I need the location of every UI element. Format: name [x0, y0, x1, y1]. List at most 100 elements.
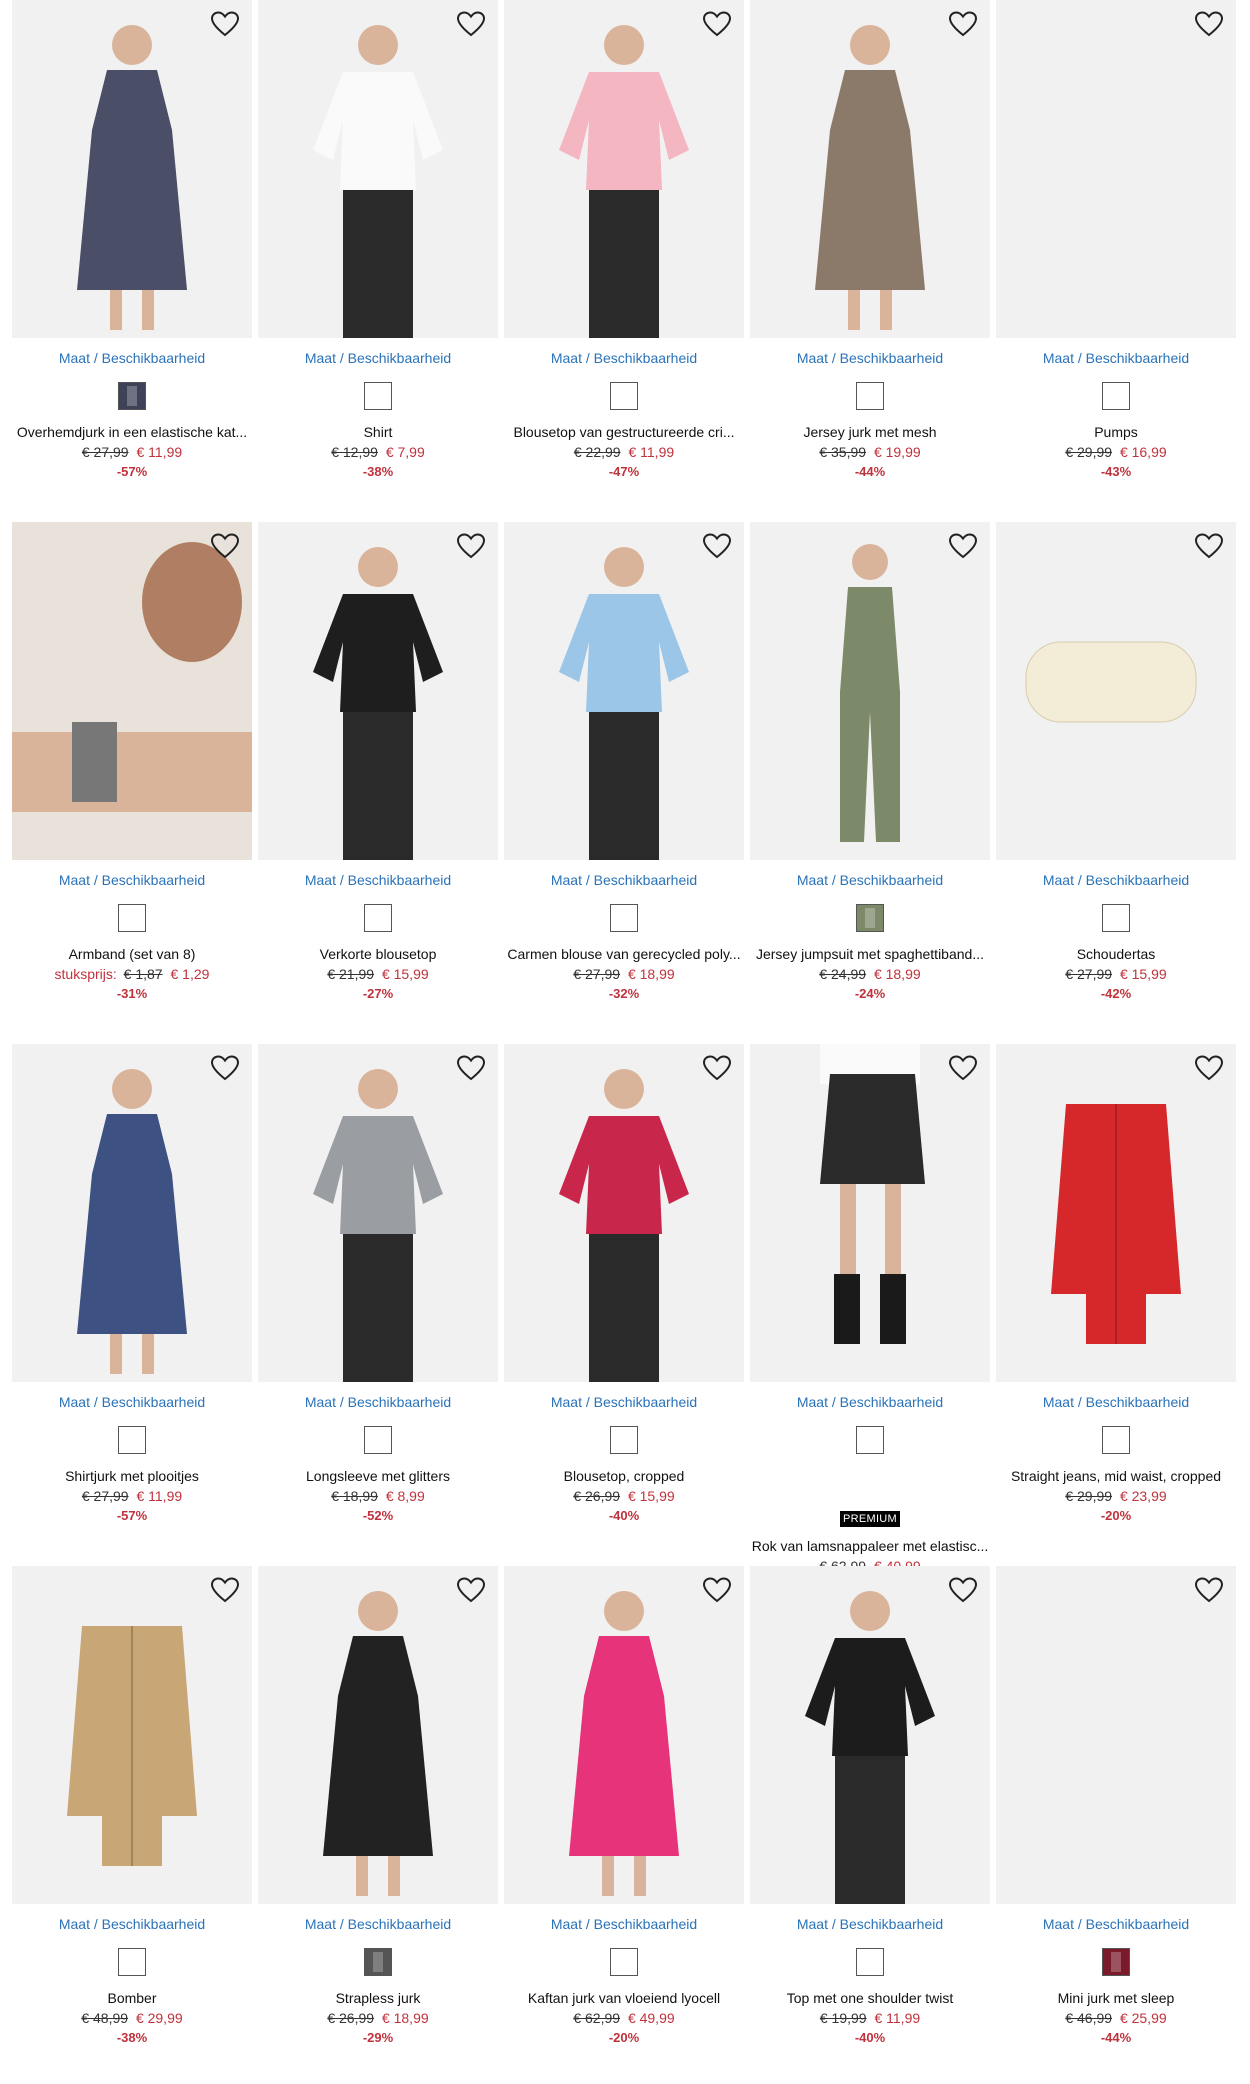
color-swatch[interactable] — [364, 904, 392, 932]
product-image[interactable] — [258, 522, 498, 860]
product-card[interactable]: Maat / Beschikbaarheid Blousetop, croppe… — [504, 1044, 744, 1562]
size-availability-link[interactable]: Maat / Beschikbaarheid — [258, 872, 498, 888]
product-name[interactable]: Strapless jurk — [254, 1990, 502, 2006]
wishlist-heart-icon[interactable] — [948, 1054, 978, 1082]
product-card[interactable]: Maat / Beschikbaarheid Straight jeans, m… — [996, 1044, 1236, 1562]
wishlist-heart-icon[interactable] — [702, 10, 732, 38]
size-availability-link[interactable]: Maat / Beschikbaarheid — [996, 1394, 1236, 1410]
size-availability-link[interactable]: Maat / Beschikbaarheid — [258, 1916, 498, 1932]
product-card[interactable]: Maat / Beschikbaarheid Strapless jurk € … — [258, 1566, 498, 2084]
product-card[interactable]: Maat / Beschikbaarheid Kaftan jurk van v… — [504, 1566, 744, 2084]
product-card[interactable]: Maat / Beschikbaarheid Bomber € 48,99 € … — [12, 1566, 252, 2084]
wishlist-heart-icon[interactable] — [1194, 1054, 1224, 1082]
size-availability-link[interactable]: Maat / Beschikbaarheid — [258, 350, 498, 366]
wishlist-heart-icon[interactable] — [948, 10, 978, 38]
product-name[interactable]: Armband (set van 8) — [8, 946, 256, 962]
color-swatch[interactable] — [1102, 1948, 1130, 1976]
size-availability-link[interactable]: Maat / Beschikbaarheid — [504, 1916, 744, 1932]
color-swatch[interactable] — [856, 1948, 884, 1976]
size-availability-link[interactable]: Maat / Beschikbaarheid — [12, 1916, 252, 1932]
product-name[interactable]: Schoudertas — [992, 946, 1240, 962]
product-name[interactable]: Pumps — [992, 424, 1240, 440]
product-name[interactable]: Jersey jumpsuit met spaghettiband... — [746, 946, 994, 962]
size-availability-link[interactable]: Maat / Beschikbaarheid — [996, 1916, 1236, 1932]
color-swatch[interactable] — [364, 382, 392, 410]
product-card[interactable]: Maat / Beschikbaarheid Armband (set van … — [12, 522, 252, 1040]
wishlist-heart-icon[interactable] — [702, 1054, 732, 1082]
wishlist-heart-icon[interactable] — [210, 1576, 240, 1604]
product-name[interactable]: Shirtjurk met plooitjes — [8, 1468, 256, 1484]
wishlist-heart-icon[interactable] — [210, 1054, 240, 1082]
color-swatch[interactable] — [856, 1426, 884, 1454]
product-name[interactable]: Longsleeve met glitters — [254, 1468, 502, 1484]
product-card[interactable]: Maat / Beschikbaarheid Schoudertas € 27,… — [996, 522, 1236, 1040]
color-swatch[interactable] — [1102, 1426, 1130, 1454]
product-image[interactable] — [12, 1044, 252, 1382]
product-image[interactable] — [12, 1566, 252, 1904]
product-card[interactable]: Maat / Beschikbaarheid Jersey jumpsuit m… — [750, 522, 990, 1040]
size-availability-link[interactable]: Maat / Beschikbaarheid — [504, 1394, 744, 1410]
product-card[interactable]: Maat / Beschikbaarheid Verkorte blouseto… — [258, 522, 498, 1040]
color-swatch[interactable] — [1102, 904, 1130, 932]
product-image[interactable] — [258, 1566, 498, 1904]
color-swatch[interactable] — [856, 382, 884, 410]
color-swatch[interactable] — [610, 1426, 638, 1454]
product-name[interactable]: Top met one shoulder twist — [746, 1990, 994, 2006]
product-image[interactable] — [996, 522, 1236, 860]
product-name[interactable]: Kaftan jurk van vloeiend lyocell — [500, 1990, 748, 2006]
product-name[interactable]: Carmen blouse van gerecycled poly... — [500, 946, 748, 962]
product-name[interactable]: Overhemdjurk in een elastische kat... — [8, 424, 256, 440]
wishlist-heart-icon[interactable] — [702, 532, 732, 560]
color-swatch[interactable] — [1102, 382, 1130, 410]
product-image[interactable] — [996, 0, 1236, 338]
product-card[interactable]: Maat / Beschikbaarheid Shirt € 12,99 € 7… — [258, 0, 498, 518]
size-availability-link[interactable]: Maat / Beschikbaarheid — [504, 350, 744, 366]
color-swatch[interactable] — [610, 1948, 638, 1976]
size-availability-link[interactable]: Maat / Beschikbaarheid — [750, 1394, 990, 1410]
product-image[interactable] — [750, 1566, 990, 1904]
color-swatch[interactable] — [856, 904, 884, 932]
size-availability-link[interactable]: Maat / Beschikbaarheid — [258, 1394, 498, 1410]
product-card[interactable]: Maat / Beschikbaarheid Carmen blouse van… — [504, 522, 744, 1040]
product-name[interactable]: Jersey jurk met mesh — [746, 424, 994, 440]
product-card[interactable]: Maat / Beschikbaarheid Jersey jurk met m… — [750, 0, 990, 518]
color-swatch[interactable] — [118, 382, 146, 410]
wishlist-heart-icon[interactable] — [1194, 532, 1224, 560]
product-name[interactable]: Rok van lamsnappaleer met elastisc... — [746, 1538, 994, 1554]
wishlist-heart-icon[interactable] — [702, 1576, 732, 1604]
color-swatch[interactable] — [364, 1948, 392, 1976]
product-card[interactable]: Maat / Beschikbaarheid PREMIUM Rok van l… — [750, 1044, 990, 1593]
product-name[interactable]: Shirt — [254, 424, 502, 440]
product-image[interactable] — [504, 1566, 744, 1904]
size-availability-link[interactable]: Maat / Beschikbaarheid — [12, 350, 252, 366]
color-swatch[interactable] — [118, 1426, 146, 1454]
product-image[interactable] — [750, 522, 990, 860]
product-name[interactable]: Blousetop, cropped — [500, 1468, 748, 1484]
wishlist-heart-icon[interactable] — [456, 1576, 486, 1604]
size-availability-link[interactable]: Maat / Beschikbaarheid — [996, 350, 1236, 366]
size-availability-link[interactable]: Maat / Beschikbaarheid — [504, 872, 744, 888]
product-image[interactable] — [258, 1044, 498, 1382]
color-swatch[interactable] — [610, 382, 638, 410]
product-card[interactable]: Maat / Beschikbaarheid Pumps € 29,99 € 1… — [996, 0, 1236, 518]
product-name[interactable]: Bomber — [8, 1990, 256, 2006]
size-availability-link[interactable]: Maat / Beschikbaarheid — [750, 872, 990, 888]
wishlist-heart-icon[interactable] — [210, 532, 240, 560]
wishlist-heart-icon[interactable] — [948, 532, 978, 560]
color-swatch[interactable] — [118, 904, 146, 932]
color-swatch[interactable] — [364, 1426, 392, 1454]
color-swatch[interactable] — [610, 904, 638, 932]
product-image[interactable] — [750, 0, 990, 338]
wishlist-heart-icon[interactable] — [456, 532, 486, 560]
product-image[interactable] — [504, 0, 744, 338]
product-name[interactable]: Blousetop van gestructureerde cri... — [500, 424, 748, 440]
size-availability-link[interactable]: Maat / Beschikbaarheid — [750, 1916, 990, 1932]
product-image[interactable] — [12, 522, 252, 860]
product-card[interactable]: Maat / Beschikbaarheid Shirtjurk met plo… — [12, 1044, 252, 1562]
product-card[interactable]: Maat / Beschikbaarheid Blousetop van ges… — [504, 0, 744, 518]
product-image[interactable] — [12, 0, 252, 338]
product-name[interactable]: Verkorte blousetop — [254, 946, 502, 962]
product-name[interactable]: Straight jeans, mid waist, cropped — [992, 1468, 1240, 1484]
wishlist-heart-icon[interactable] — [948, 1576, 978, 1604]
wishlist-heart-icon[interactable] — [456, 1054, 486, 1082]
